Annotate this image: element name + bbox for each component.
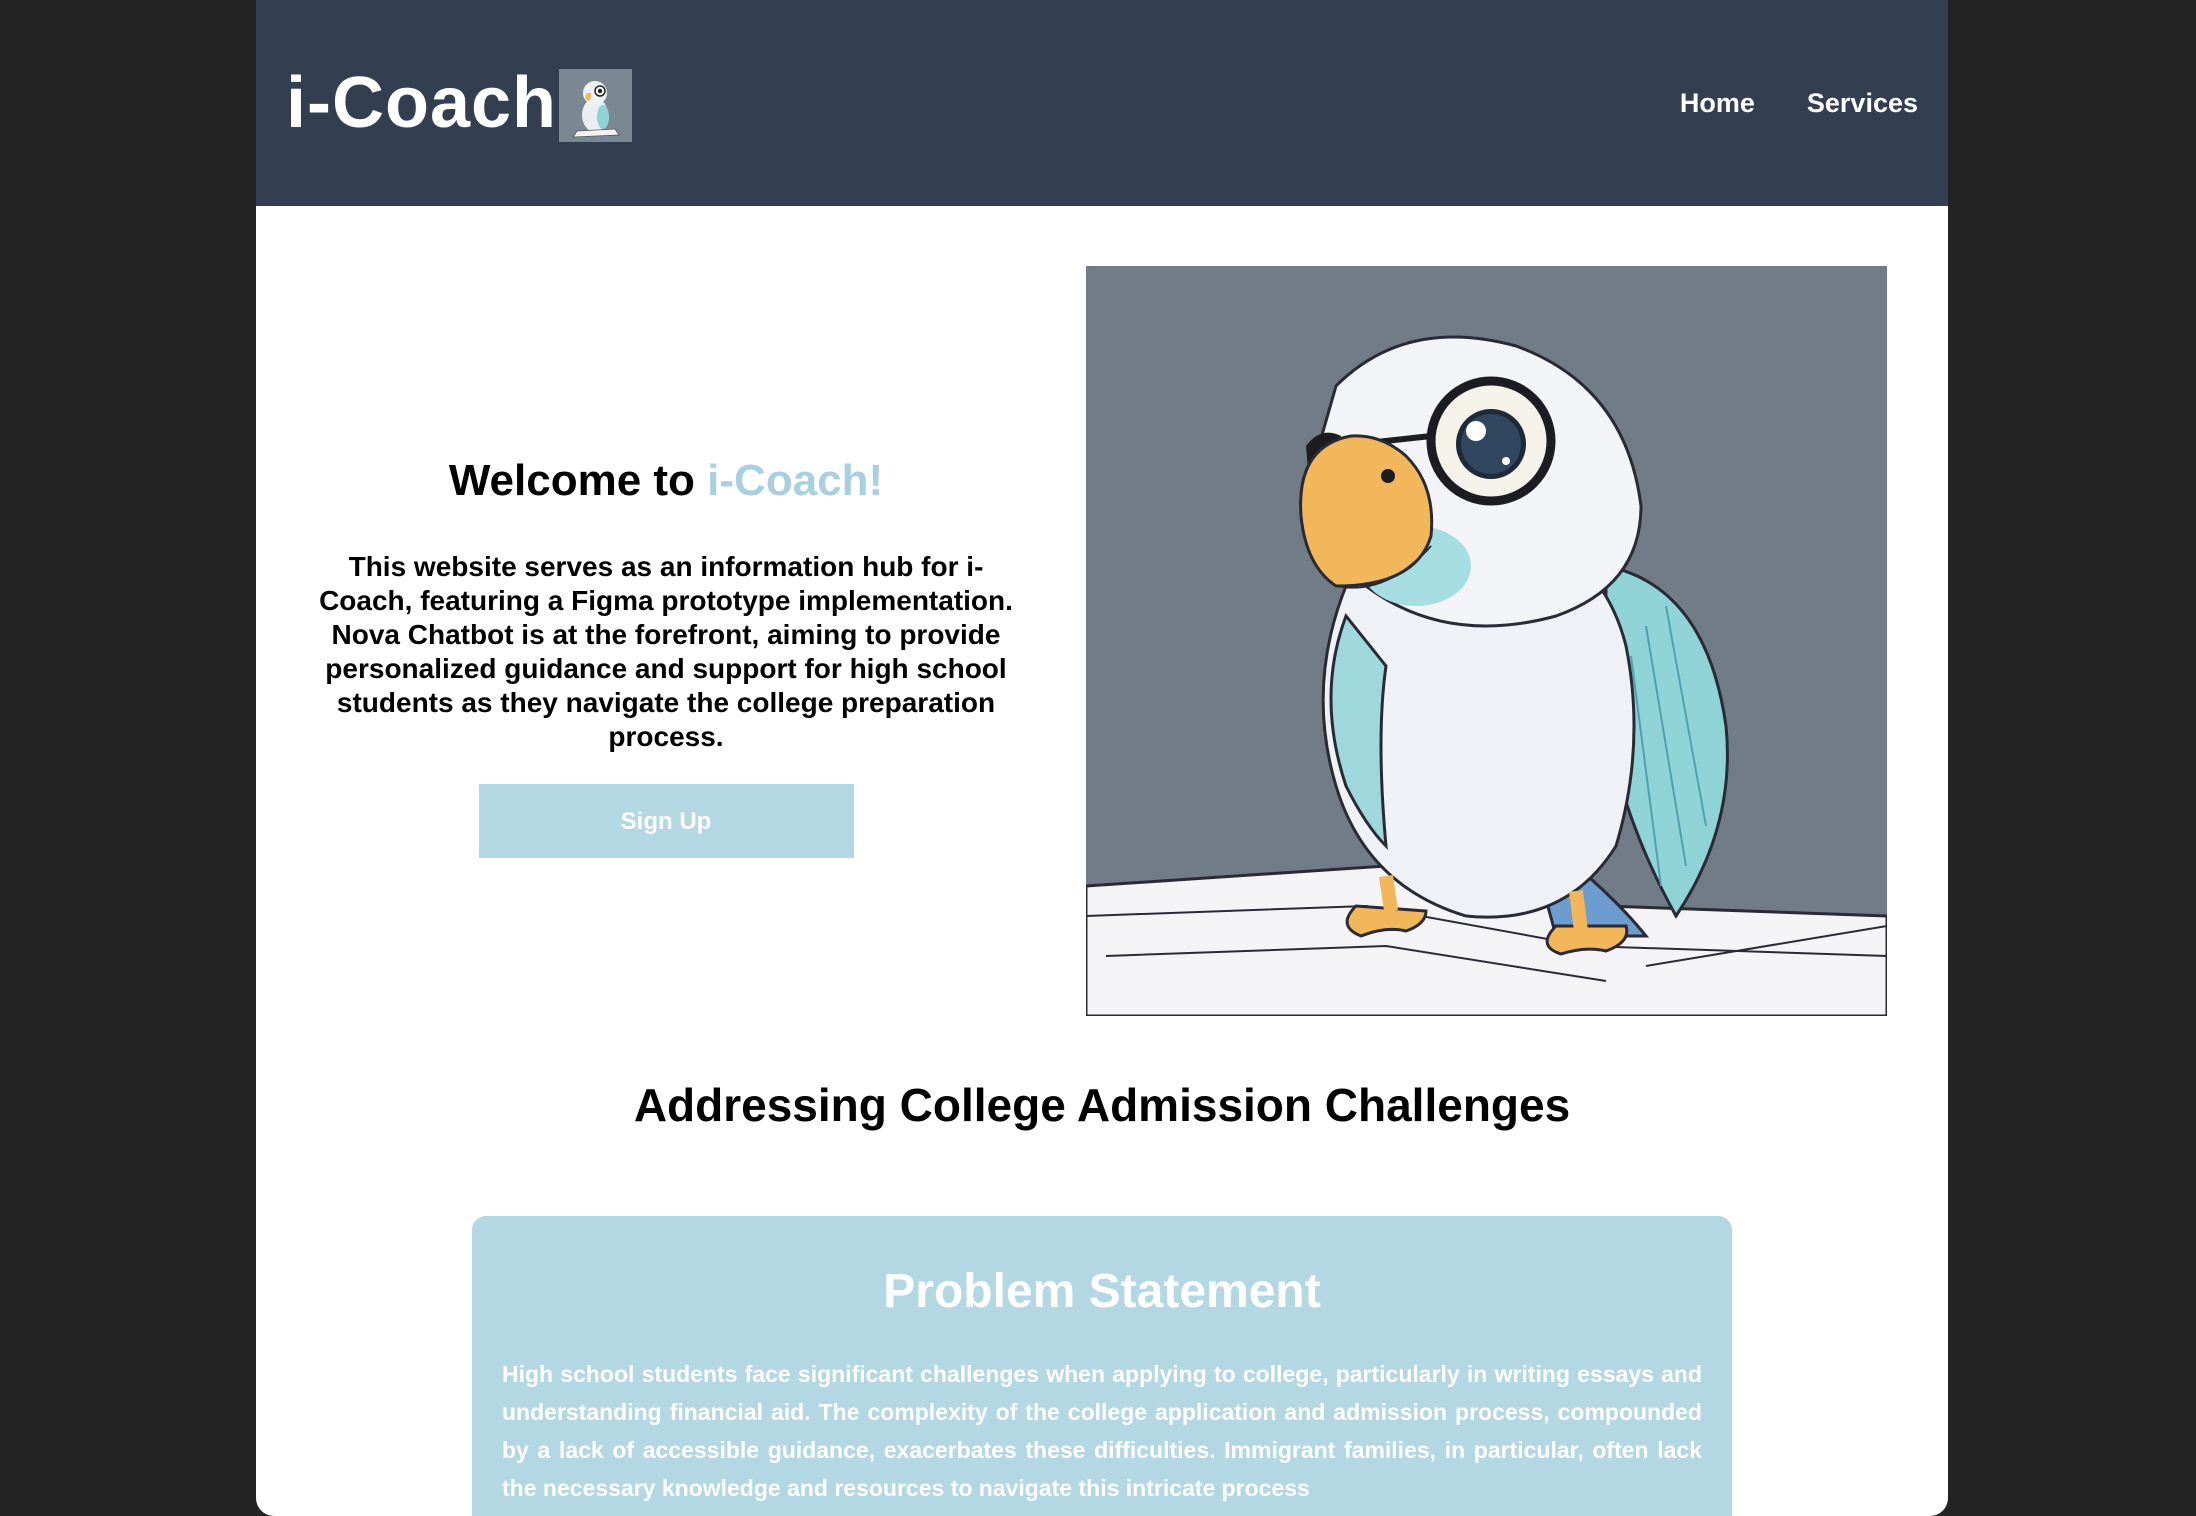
hero-title: Welcome to i-Coach! [316, 456, 1016, 506]
problem-statement-card: Problem Statement High school students f… [472, 1216, 1732, 1516]
brand[interactable]: i-Coach [286, 62, 633, 144]
parakeet-mascot-image [1086, 266, 1887, 1016]
browser-window: i-Coach Home Services Welcome to i-Coach… [256, 0, 1948, 1516]
problem-title: Problem Statement [883, 1265, 1321, 1318]
brand-name: i-Coach [286, 63, 558, 143]
section-title: Addressing College Admission Challenges [633, 1079, 1571, 1131]
parakeet-logo-icon [559, 68, 633, 142]
hero-title-accent: i-Coach! [707, 456, 884, 505]
nav-home[interactable]: Home [1680, 88, 1755, 119]
hero-title-prefix: Welcome to [448, 456, 708, 505]
hero-text: Welcome to i-Coach! This website serves … [316, 456, 1016, 858]
problem-text: High school students face significant ch… [502, 1361, 1702, 1501]
navbar: i-Coach Home Services [256, 0, 1948, 206]
signup-button[interactable]: Sign Up [478, 784, 854, 858]
hero-description: This website serves as an information hu… [319, 551, 1013, 752]
desktop-background: i-Coach Home Services Welcome to i-Coach… [0, 0, 2196, 1516]
nav-services[interactable]: Services [1807, 88, 1918, 119]
nav-links: Home Services [1680, 88, 1918, 119]
hero-section: Welcome to i-Coach! This website serves … [256, 206, 1948, 1056]
